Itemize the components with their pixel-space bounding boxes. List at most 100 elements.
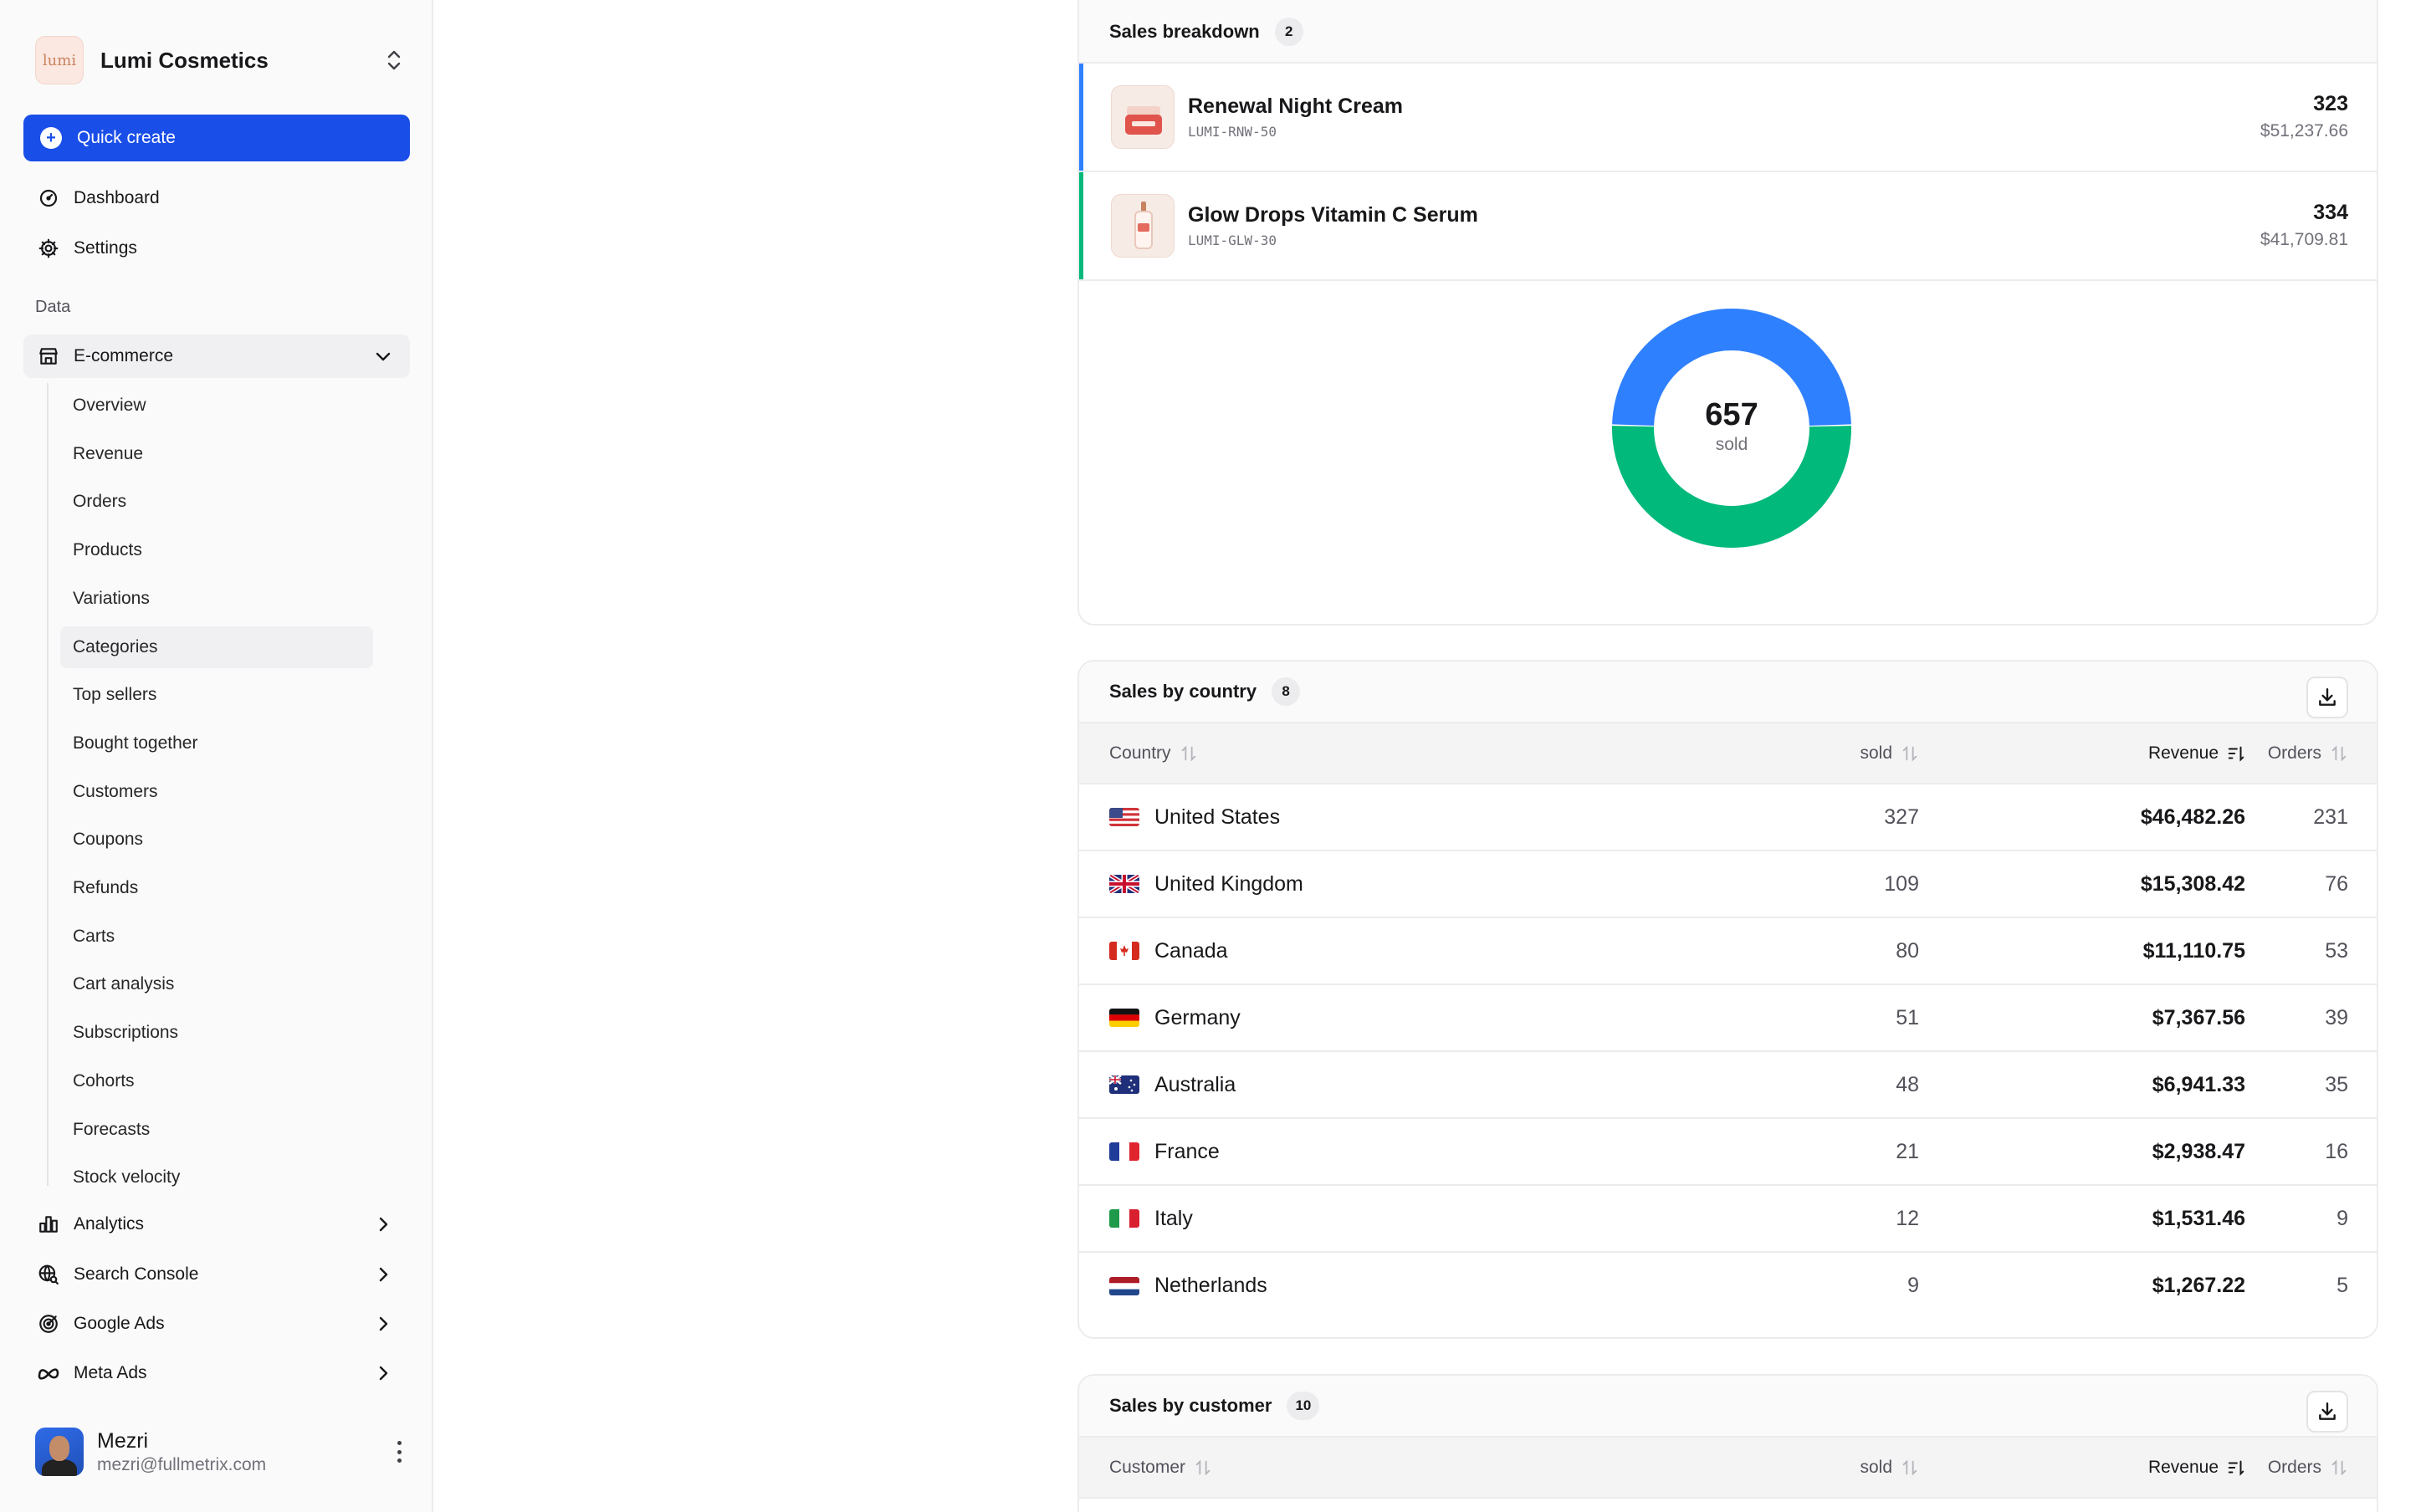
column-header-orders[interactable]: Orders <box>2265 1438 2377 1499</box>
cell-orders: 76 <box>2265 850 2377 918</box>
table-row[interactable]: Netherlands 9 $1,267.22 5 <box>1079 1252 2377 1319</box>
download-button[interactable] <box>2306 1391 2348 1433</box>
cell-orders: 35 <box>2265 1051 2377 1119</box>
sidebar-subitem[interactable]: Orders <box>60 481 373 523</box>
user-name: Mezri <box>97 1428 149 1453</box>
column-header-revenue[interactable]: Revenue <box>1941 1438 2265 1499</box>
chevron-up-down-icon <box>387 50 401 70</box>
quick-create-button[interactable]: + Quick create <box>23 115 410 161</box>
country-name: Germany <box>1154 1005 1241 1029</box>
sort-icon <box>2331 1458 2347 1476</box>
column-header-revenue[interactable]: Revenue <box>1941 723 2265 784</box>
sort-icon <box>1902 744 1917 762</box>
series-color-bar <box>1079 64 1083 171</box>
column-header-sold[interactable]: sold <box>1598 1438 1941 1499</box>
cell-sold: 9 <box>1907 1274 1919 1297</box>
breakdown-row[interactable]: Renewal Night Cream LUMI-RNW-50 323 $51,… <box>1079 64 2377 172</box>
sort-icon <box>1195 1458 1210 1476</box>
donut-total: 657 <box>1705 396 1758 432</box>
bar-chart-icon <box>37 1213 60 1236</box>
nav-meta-ads[interactable]: Meta Ads <box>23 1351 410 1395</box>
avatar <box>35 1428 84 1476</box>
more-vertical-icon[interactable] <box>395 1441 403 1463</box>
sidebar-subitem[interactable]: Variations <box>60 578 373 620</box>
sidebar-subitem[interactable]: Customers <box>60 771 373 813</box>
store-icon <box>37 345 60 368</box>
sidebar-subitem[interactable]: Coupons <box>60 819 373 861</box>
column-header-label: Orders <box>2267 743 2321 763</box>
sidebar-subitem[interactable]: Carts <box>60 916 373 958</box>
cell-revenue: $1,267.22 <box>2152 1274 2245 1297</box>
table-row[interactable]: Canada 80 $11,110.75 53 <box>1079 917 2377 985</box>
cell-orders: 5 <box>2336 1274 2348 1297</box>
table-row[interactable]: United Kingdom 109 $15,308.42 76 <box>1079 850 2377 918</box>
sidebar-subitem[interactable]: Stock velocity <box>60 1157 373 1198</box>
nav-settings[interactable]: Settings <box>23 227 410 270</box>
netherlands-flag-icon <box>1109 1276 1139 1295</box>
chevron-right-icon <box>379 1366 388 1381</box>
sidebar-subitem[interactable]: Products <box>60 529 373 571</box>
workspace-switcher[interactable]: lumi Lumi Cosmetics <box>35 35 403 85</box>
cell-revenue: $1,531.46 <box>1941 1185 2265 1253</box>
sidebar-subitem[interactable]: Revenue <box>60 433 373 475</box>
column-header-orders[interactable]: Orders <box>2265 723 2377 784</box>
nav-ecommerce[interactable]: E-commerce <box>23 335 410 378</box>
sidebar-subitem[interactable]: Top sellers <box>60 674 373 716</box>
sales-by-customer-card: Sales by customer 10 Customer sold Reven… <box>1077 1374 2378 1512</box>
germany-flag-icon <box>1109 1009 1139 1027</box>
column-header-customer[interactable]: Customer <box>1079 1438 1598 1499</box>
country-name: United States <box>1154 805 1281 829</box>
sort-icon <box>1902 1458 1917 1476</box>
column-header-label: Orders <box>2267 1457 2321 1477</box>
column-header-label: sold <box>1860 1457 1892 1477</box>
product-thumbnail <box>1111 194 1175 258</box>
column-header-label: sold <box>1860 743 1892 763</box>
nav-google-ads[interactable]: Google Ads <box>23 1302 410 1346</box>
table-row[interactable]: Italy 12 $1,531.46 9 <box>1079 1185 2377 1253</box>
sales-breakdown-header: Sales breakdown 2 <box>1079 0 2377 64</box>
cell-sold: 51 <box>1598 984 1941 1052</box>
sales-breakdown-card: Sales breakdown 2 Renewal Night Cream LU… <box>1077 0 2378 626</box>
sidebar-subitem[interactable]: Cohorts <box>60 1060 373 1102</box>
column-header-label: Customer <box>1109 1457 1186 1477</box>
nav-google-ads-label: Google Ads <box>74 1314 165 1333</box>
table-row[interactable]: Australia 48 $6,941.33 35 <box>1079 1051 2377 1119</box>
nav-analytics[interactable]: Analytics <box>23 1203 410 1246</box>
nav-dashboard[interactable]: Dashboard <box>23 176 410 220</box>
sidebar-subitem[interactable]: Cart analysis <box>60 963 373 1005</box>
table-row[interactable]: Germany 51 $7,367.56 39 <box>1079 984 2377 1052</box>
cell-revenue: $46,482.26 <box>1941 784 2265 851</box>
table-row[interactable]: United States 327 $46,482.26 231 <box>1079 784 2377 851</box>
product-qty: 323 <box>2313 92 2348 115</box>
sidebar-subitem[interactable]: Subscriptions <box>60 1012 373 1054</box>
sales-by-country-header: Sales by country 8 <box>1079 662 2377 723</box>
cell-orders: 231 <box>2265 784 2377 851</box>
cell-revenue: $6,941.33 <box>1941 1051 2265 1119</box>
product-sku: LUMI-GLW-30 <box>1188 232 1277 248</box>
sidebar-subitem[interactable]: Bought together <box>60 723 373 764</box>
france-flag-icon <box>1109 1142 1139 1161</box>
download-button[interactable] <box>2306 677 2348 718</box>
breakdown-row[interactable]: Glow Drops Vitamin C Serum LUMI-GLW-30 3… <box>1079 172 2377 281</box>
plus-circle-icon: + <box>40 127 62 149</box>
cell-sold: 12 <box>1598 1185 1941 1253</box>
column-header-label: Revenue <box>2147 743 2219 763</box>
subnav-guide-line <box>47 383 49 1186</box>
column-header-sold[interactable]: sold <box>1598 723 1941 784</box>
table-row[interactable]: France 21 $2,938.47 16 <box>1079 1118 2377 1186</box>
quick-create-label: Quick create <box>77 128 176 147</box>
sidebar-subitem[interactable]: Refunds <box>60 867 373 909</box>
user-menu[interactable]: Mezri mezri@fullmetrix.com <box>35 1427 403 1477</box>
sidebar-subitem[interactable]: Overview <box>60 385 373 427</box>
country-name: Australia <box>1154 1072 1236 1096</box>
sales-by-country-title: Sales by country <box>1109 681 1257 702</box>
sidebar-subitem[interactable]: Forecasts <box>60 1109 373 1151</box>
column-header-country[interactable]: Country <box>1079 723 1598 784</box>
cell-sold: 327 <box>1598 784 1941 851</box>
product-qty: 334 <box>2313 201 2348 224</box>
us-flag-icon <box>1109 808 1139 826</box>
sidebar-subitem[interactable]: Categories <box>60 626 373 668</box>
nav-search-console[interactable]: Search Console <box>23 1253 410 1296</box>
download-icon <box>2319 688 2336 706</box>
dashboard-icon <box>37 186 60 210</box>
